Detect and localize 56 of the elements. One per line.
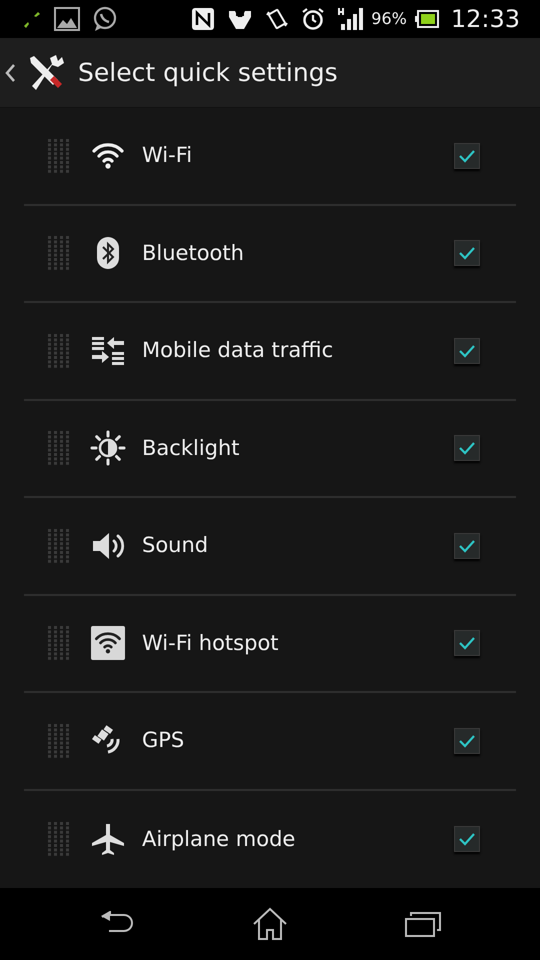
- drag-handle-icon[interactable]: [48, 334, 70, 368]
- drag-handle-icon[interactable]: [48, 138, 70, 173]
- checkbox[interactable]: [454, 435, 480, 462]
- hotspot-icon: [90, 625, 126, 662]
- drag-handle-icon[interactable]: [48, 626, 70, 660]
- drag-handle-icon[interactable]: [48, 236, 70, 270]
- check-icon: [458, 344, 476, 358]
- check-icon: [458, 538, 476, 553]
- settings-row[interactable]: Wi-Fi: [24, 108, 516, 206]
- settings-row[interactable]: GPS: [24, 693, 516, 790]
- alarm-clock-icon: [301, 7, 326, 31]
- settings-row[interactable]: Backlight: [24, 400, 516, 498]
- vibrate-icon: [265, 7, 290, 31]
- airplane-icon: [90, 821, 126, 858]
- battery-icon: [414, 10, 439, 28]
- checkbox[interactable]: [454, 630, 480, 656]
- checkbox[interactable]: [454, 826, 480, 852]
- setting-label: Backlight: [142, 434, 241, 462]
- clock-time: 12:33: [450, 4, 520, 35]
- battery-percentage: 96%: [371, 8, 407, 30]
- check-icon: [458, 246, 476, 260]
- check-icon: [458, 832, 476, 846]
- setting-label: Wi-Fi: [142, 142, 194, 169]
- setting-label: Airplane mode: [142, 826, 296, 852]
- signal-icon: [337, 7, 364, 31]
- check-icon: [458, 734, 476, 748]
- check-icon: [458, 148, 476, 163]
- home-icon[interactable]: [252, 907, 288, 941]
- drag-handle-icon[interactable]: [48, 724, 70, 758]
- checkbox[interactable]: [454, 142, 480, 169]
- screen-title: Select quick settings: [78, 56, 338, 89]
- settings-row[interactable]: Sound: [24, 498, 516, 596]
- settings-row[interactable]: Wi-Fi hotspot: [24, 596, 516, 693]
- checkbox[interactable]: [454, 532, 480, 559]
- settings-row[interactable]: Mobile data traffic: [24, 303, 516, 400]
- setting-label: Mobile data traffic: [142, 337, 334, 364]
- checkbox[interactable]: [454, 728, 480, 754]
- check-icon: [458, 636, 476, 650]
- settings-row[interactable]: Airplane mode: [24, 790, 516, 888]
- drag-handle-icon[interactable]: [48, 822, 70, 856]
- back-caret-icon[interactable]: [4, 62, 16, 82]
- setting-label: Bluetooth: [142, 240, 245, 266]
- settings-row[interactable]: Bluetooth: [24, 206, 516, 303]
- check-icon: [458, 441, 476, 456]
- image-icon: [54, 7, 80, 31]
- setting-label: Wi-Fi hotspot: [142, 630, 280, 656]
- setting-label: GPS: [142, 727, 186, 754]
- drag-handle-icon[interactable]: [48, 528, 70, 563]
- drag-handle-icon[interactable]: [48, 431, 70, 466]
- nfc-icon: [191, 7, 216, 31]
- recent-apps-icon[interactable]: [405, 911, 442, 937]
- brightness-icon: [90, 430, 126, 466]
- chat-bubble-icon: [92, 6, 118, 32]
- checkbox[interactable]: [454, 240, 480, 266]
- setting-label: Sound: [142, 532, 210, 559]
- checkbox[interactable]: [454, 338, 480, 364]
